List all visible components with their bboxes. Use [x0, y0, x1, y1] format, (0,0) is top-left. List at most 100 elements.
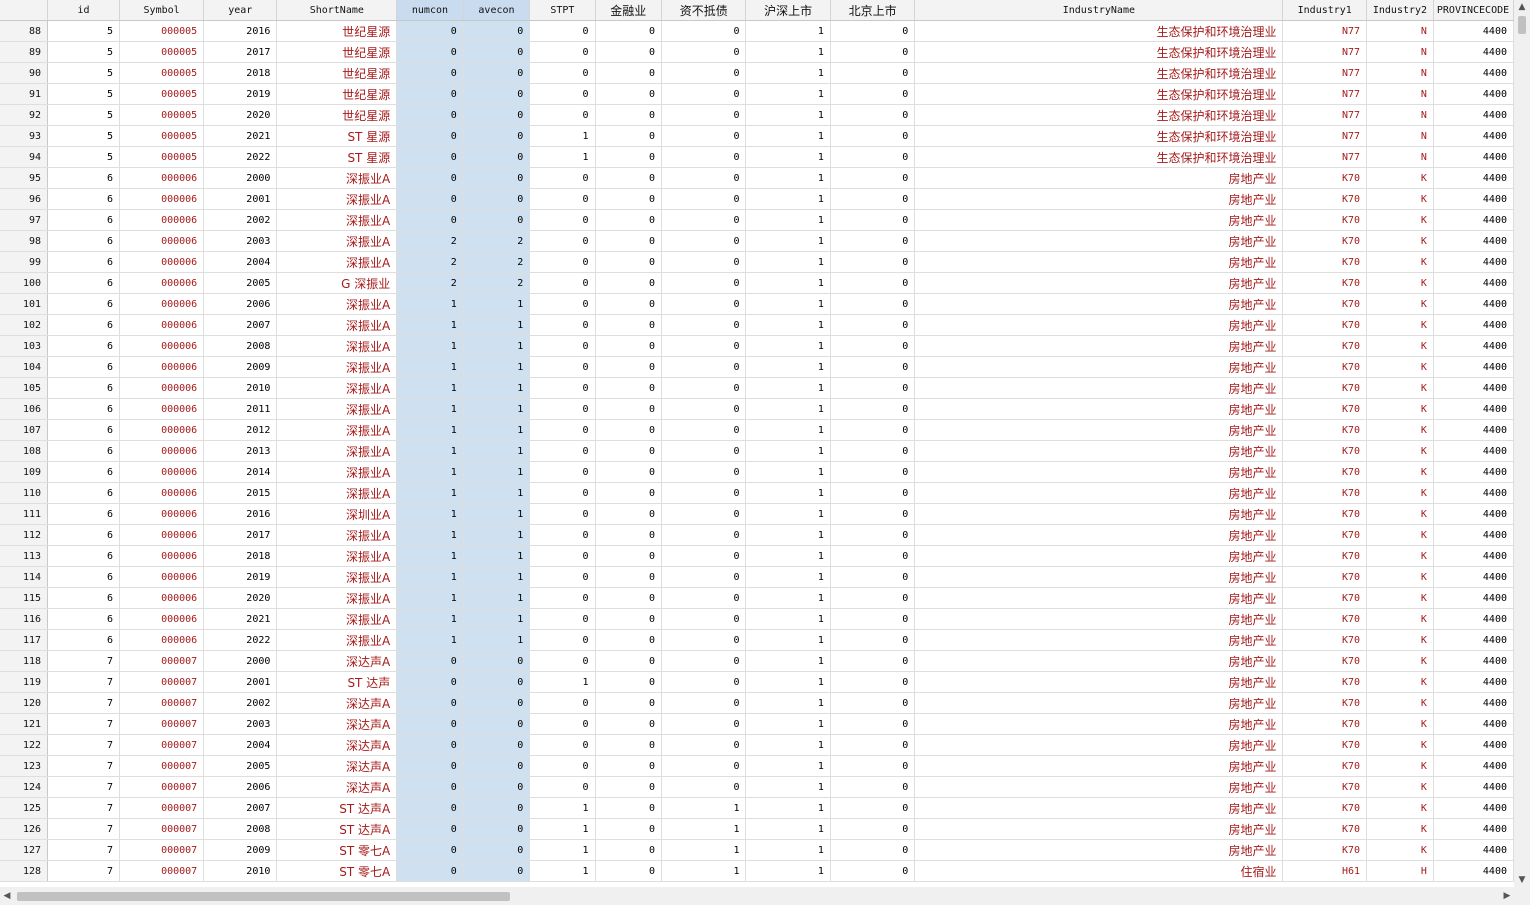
cell-finance[interactable]: 0	[595, 398, 663, 420]
cell-industry2[interactable]: K	[1366, 797, 1434, 819]
cell-numcon[interactable]: 0	[396, 167, 464, 189]
cell-industry2[interactable]: K	[1366, 608, 1434, 630]
cell-province[interactable]: 4400	[1433, 860, 1514, 882]
cell-avecon[interactable]: 0	[463, 650, 531, 672]
cell-beijing[interactable]: 0	[830, 20, 916, 42]
cell-insolvent[interactable]: 0	[661, 83, 747, 105]
cell-shortname[interactable]: ST 零七A	[276, 839, 398, 861]
cell-id[interactable]: 7	[47, 776, 120, 798]
cell-shortname[interactable]: 深达声A	[276, 776, 398, 798]
cell-avecon[interactable]: 0	[463, 860, 531, 882]
row-number[interactable]: 117	[0, 629, 49, 651]
cell-industryname[interactable]: 生态保护和环境治理业	[914, 83, 1284, 105]
cell-symbol[interactable]: 000007	[119, 734, 205, 756]
cell-id[interactable]: 6	[47, 251, 120, 273]
cell-stpt[interactable]: 0	[529, 755, 596, 777]
cell-insolvent[interactable]: 1	[661, 797, 747, 819]
cell-industryname[interactable]: 房地产业	[914, 251, 1284, 273]
cell-insolvent[interactable]: 0	[661, 608, 747, 630]
cell-year[interactable]: 2016	[203, 20, 278, 42]
cell-insolvent[interactable]: 0	[661, 62, 747, 84]
cell-industryname[interactable]: 房地产业	[914, 566, 1284, 588]
cell-year[interactable]: 2008	[203, 818, 278, 840]
cell-industryname[interactable]: 房地产业	[914, 797, 1284, 819]
cell-hushen[interactable]: 1	[745, 188, 831, 210]
cell-industry1[interactable]: N77	[1282, 125, 1368, 147]
cell-industry2[interactable]: K	[1366, 419, 1434, 441]
cell-shortname[interactable]: ST 星源	[276, 146, 398, 168]
column-header-insolvent[interactable]: 资不抵债	[661, 0, 747, 21]
cell-stpt[interactable]: 0	[529, 83, 596, 105]
cell-symbol[interactable]: 000007	[119, 713, 205, 735]
cell-industryname[interactable]: 房地产业	[914, 818, 1284, 840]
cell-industryname[interactable]: 生态保护和环境治理业	[914, 125, 1284, 147]
cell-stpt[interactable]: 0	[529, 587, 596, 609]
cell-shortname[interactable]: 世纪星源	[276, 83, 398, 105]
cell-hushen[interactable]: 1	[745, 62, 831, 84]
cell-industryname[interactable]: 生态保护和环境治理业	[914, 146, 1284, 168]
column-header-shortname[interactable]: ShortName	[276, 0, 398, 21]
cell-industryname[interactable]: 房地产业	[914, 440, 1284, 462]
cell-hushen[interactable]: 1	[745, 734, 831, 756]
cell-finance[interactable]: 0	[595, 839, 663, 861]
cell-insolvent[interactable]: 0	[661, 209, 747, 231]
row-number[interactable]: 99	[0, 251, 49, 273]
cell-id[interactable]: 5	[47, 41, 120, 63]
cell-industryname[interactable]: 房地产业	[914, 671, 1284, 693]
table-row[interactable]: 102 6 000006 2007 深振业A 1 1 0 0 0 1 0 房地产业 K70 K 4400	[0, 314, 1514, 336]
cell-shortname[interactable]: 深振业A	[276, 587, 398, 609]
cell-shortname[interactable]: 世纪星源	[276, 41, 398, 63]
cell-hushen[interactable]: 1	[745, 755, 831, 777]
cell-industry1[interactable]: N77	[1282, 20, 1368, 42]
cell-avecon[interactable]: 0	[463, 713, 531, 735]
cell-insolvent[interactable]: 0	[661, 188, 747, 210]
cell-shortname[interactable]: 世纪星源	[276, 62, 398, 84]
cell-id[interactable]: 5	[47, 83, 120, 105]
cell-industry2[interactable]: K	[1366, 167, 1434, 189]
cell-hushen[interactable]: 1	[745, 377, 831, 399]
cell-industryname[interactable]: 房地产业	[914, 209, 1284, 231]
table-row[interactable]: 104 6 000006 2009 深振业A 1 1 0 0 0 1 0 房地产业 K70 K 4400	[0, 356, 1514, 378]
cell-hushen[interactable]: 1	[745, 650, 831, 672]
cell-shortname[interactable]: 深圳业A	[276, 503, 398, 525]
cell-beijing[interactable]: 0	[830, 272, 916, 294]
cell-symbol[interactable]: 000006	[119, 440, 205, 462]
cell-industry2[interactable]: K	[1366, 314, 1434, 336]
cell-insolvent[interactable]: 0	[661, 482, 747, 504]
cell-numcon[interactable]: 1	[396, 461, 464, 483]
table-row[interactable]: 91 5 000005 2019 世纪星源 0 0 0 0 0 1 0 生态保护和环境治理业 N77 N 44…	[0, 83, 1514, 105]
cell-province[interactable]: 4400	[1433, 419, 1514, 441]
cell-insolvent[interactable]: 1	[661, 818, 747, 840]
cell-industry1[interactable]: K70	[1282, 524, 1368, 546]
cell-symbol[interactable]: 000006	[119, 251, 205, 273]
cell-industryname[interactable]: 房地产业	[914, 524, 1284, 546]
cell-numcon[interactable]: 1	[396, 629, 464, 651]
cell-industry2[interactable]: K	[1366, 545, 1434, 567]
column-header-avecon[interactable]: avecon	[463, 0, 531, 21]
cell-shortname[interactable]: 深振业A	[276, 356, 398, 378]
cell-shortname[interactable]: 深振业A	[276, 314, 398, 336]
cell-avecon[interactable]: 0	[463, 797, 531, 819]
cell-insolvent[interactable]: 0	[661, 104, 747, 126]
cell-symbol[interactable]: 000006	[119, 608, 205, 630]
cell-shortname[interactable]: 深达声A	[276, 734, 398, 756]
cell-symbol[interactable]: 000007	[119, 776, 205, 798]
cell-province[interactable]: 4400	[1433, 146, 1514, 168]
cell-province[interactable]: 4400	[1433, 335, 1514, 357]
row-number[interactable]: 122	[0, 734, 49, 756]
cell-numcon[interactable]: 0	[396, 146, 464, 168]
cell-avecon[interactable]: 1	[463, 377, 531, 399]
cell-id[interactable]: 7	[47, 671, 120, 693]
cell-id[interactable]: 6	[47, 167, 120, 189]
cell-beijing[interactable]: 0	[830, 41, 916, 63]
cell-numcon[interactable]: 2	[396, 272, 464, 294]
cell-numcon[interactable]: 2	[396, 230, 464, 252]
row-number[interactable]: 104	[0, 356, 49, 378]
cell-year[interactable]: 2000	[203, 650, 278, 672]
cell-insolvent[interactable]: 1	[661, 860, 747, 882]
cell-numcon[interactable]: 0	[396, 692, 464, 714]
cell-insolvent[interactable]: 0	[661, 125, 747, 147]
cell-id[interactable]: 5	[47, 20, 120, 42]
cell-stpt[interactable]: 1	[529, 671, 596, 693]
cell-numcon[interactable]: 1	[396, 482, 464, 504]
